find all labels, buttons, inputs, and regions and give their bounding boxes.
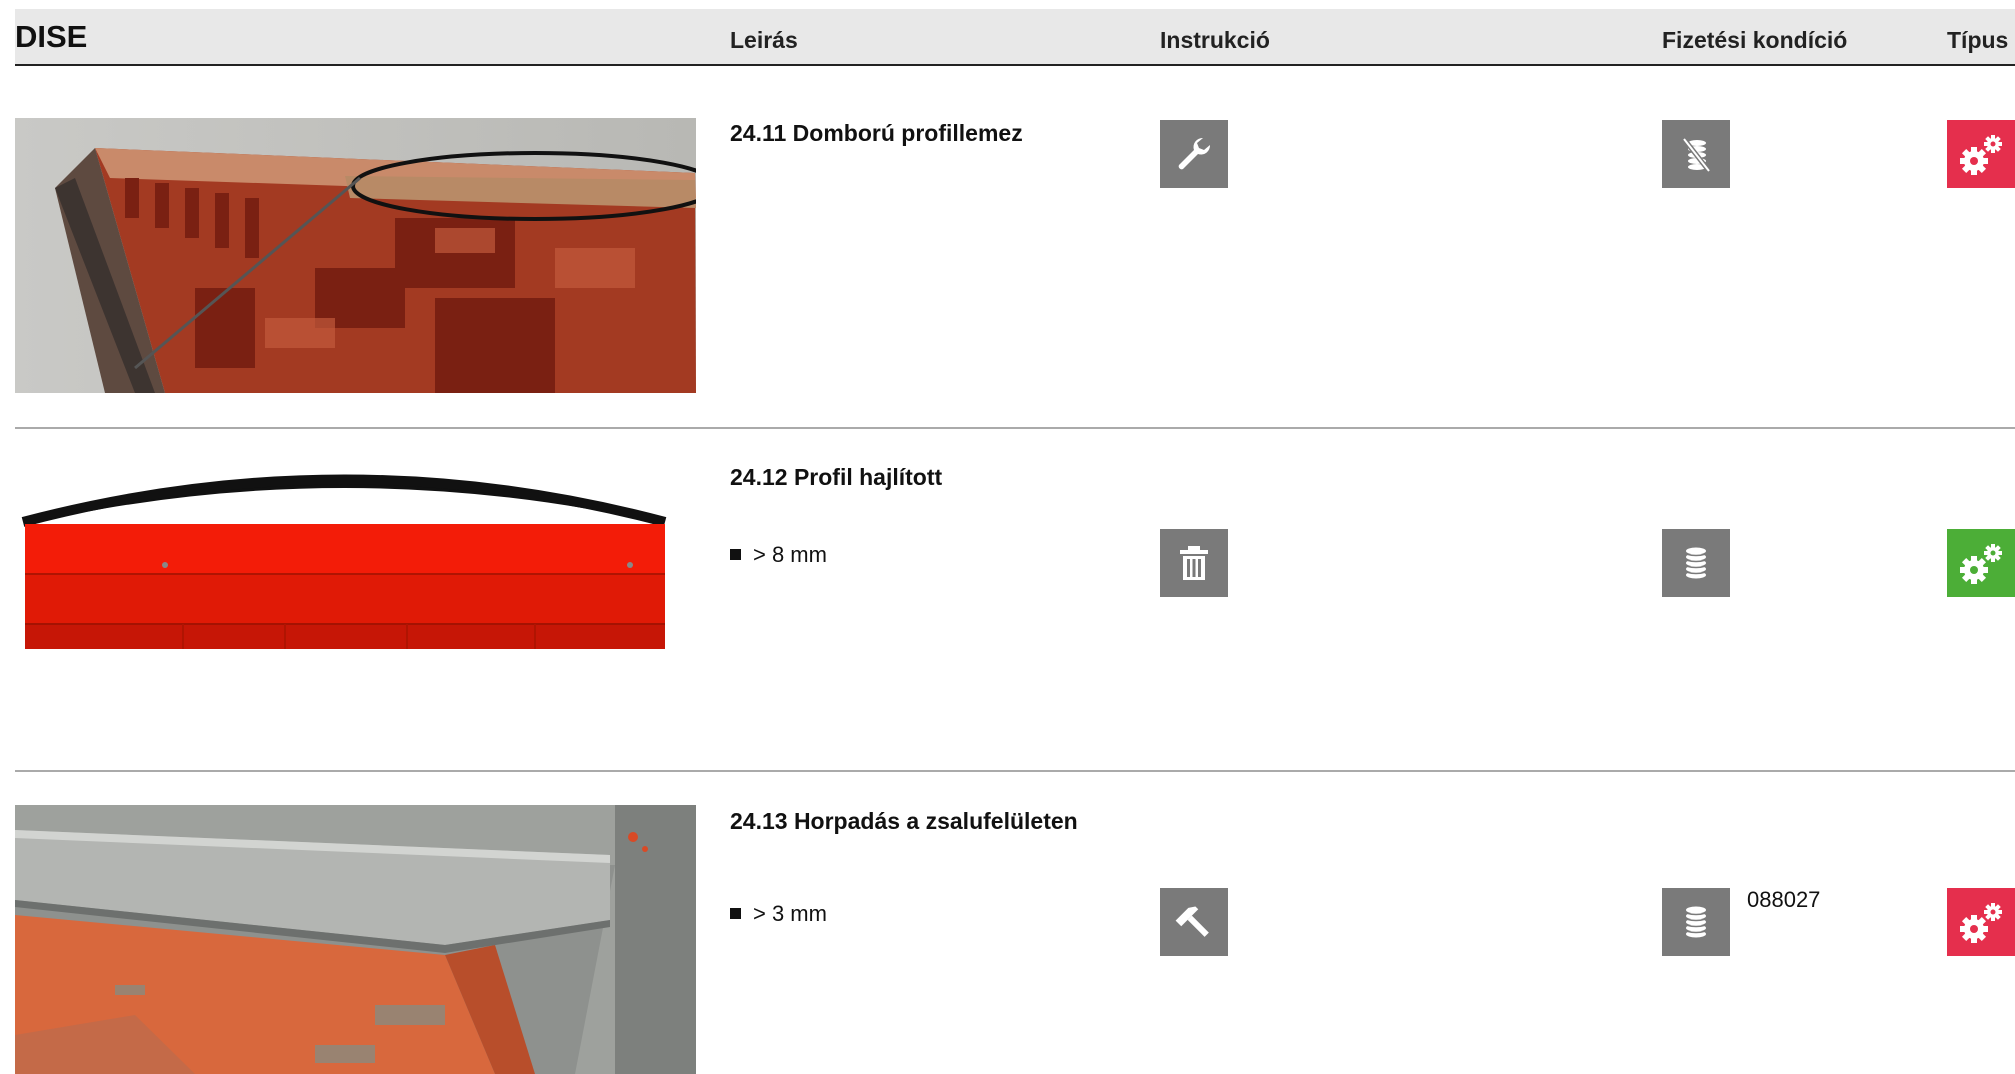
column-header-type: Típus <box>1947 27 2009 53</box>
wrench-icon[interactable] <box>1160 120 1228 188</box>
gears-icon <box>1947 888 2015 956</box>
table-row: 24.13 Horpadás a zsalufelületen > 3 mm 0… <box>15 805 2015 1074</box>
row-title: 24.12 Profil hajlított <box>730 464 943 490</box>
hammer-icon[interactable] <box>1160 888 1228 956</box>
row-title: 24.11 Domború profillemez <box>730 120 1023 146</box>
column-header-instruction: Instrukció <box>1160 27 1270 53</box>
bullet-square-icon <box>730 907 741 919</box>
column-header-description: Leirás <box>730 27 798 53</box>
coins-crossed-icon[interactable] <box>1662 120 1730 188</box>
table-row: 24.12 Profil hajlított > 8 mm <box>15 462 2015 672</box>
coins-icon[interactable] <box>1662 888 1730 956</box>
coins-icon[interactable] <box>1662 529 1730 597</box>
header-title: DISE <box>15 19 88 54</box>
table-row: 24.11 Domború profillemez <box>15 118 2015 393</box>
column-header-payment: Fizetési kondíció <box>1662 27 1848 53</box>
table-header: DISE Leirás Instrukció Fizetési kondíció… <box>15 9 2015 66</box>
bullet-text: > 3 mm <box>753 901 827 926</box>
row-divider <box>15 427 2015 429</box>
damage-photo <box>15 118 696 393</box>
bullet-item: > 8 mm <box>730 542 827 568</box>
payment-reference: 088027 <box>1747 887 1821 912</box>
bullet-square-icon <box>730 548 741 560</box>
row-title: 24.13 Horpadás a zsalufelületen <box>730 808 1078 834</box>
bullet-text: > 8 mm <box>753 542 827 567</box>
gears-icon <box>1947 120 2015 188</box>
bent-profile-diagram <box>15 462 696 672</box>
bullet-item: > 3 mm <box>730 901 827 927</box>
damage-photo <box>15 805 696 1074</box>
gears-icon <box>1947 529 2015 597</box>
trash-icon[interactable] <box>1160 529 1228 597</box>
row-divider <box>15 770 2015 772</box>
